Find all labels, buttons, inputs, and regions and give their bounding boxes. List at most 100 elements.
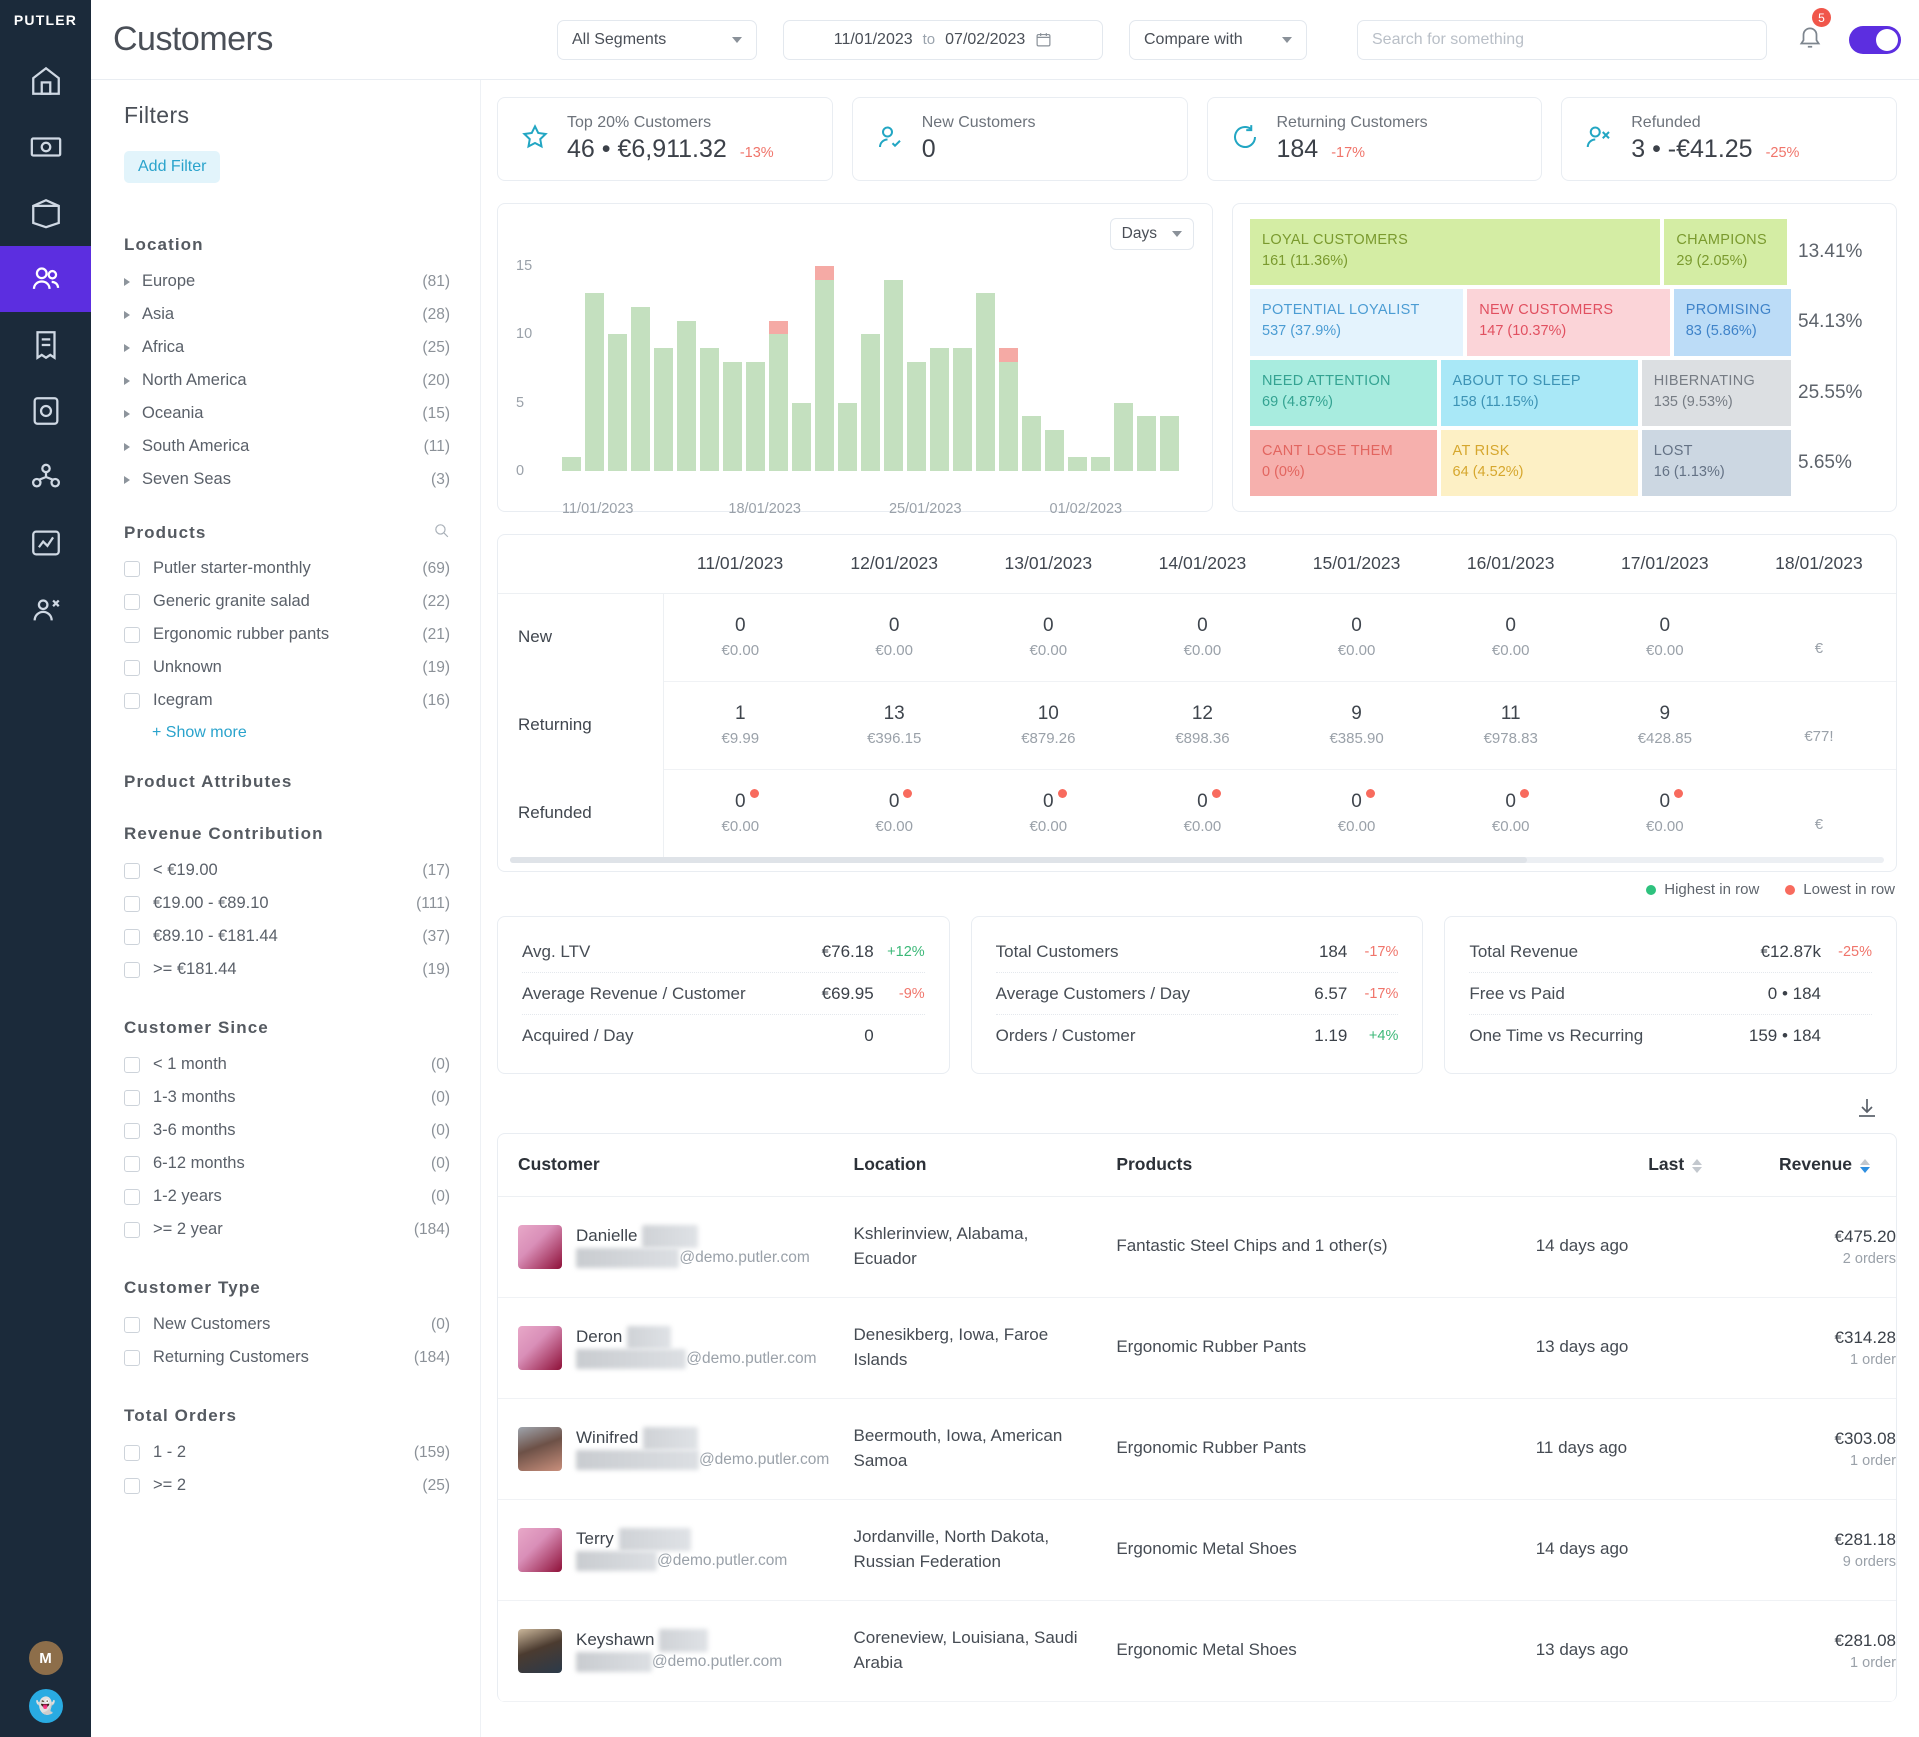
filter-row-rev-lt-19[interactable]: < €19.00 (17)	[124, 854, 450, 887]
rfm-segment-need-attention[interactable]: NEED ATTENTION 69 (4.87%)	[1250, 359, 1437, 426]
checkbox[interactable]	[124, 1122, 140, 1139]
checkbox[interactable]	[124, 862, 140, 879]
horizontal-scrollbar[interactable]	[510, 857, 1884, 863]
rfm-segment-loyal-customers[interactable]: LOYAL CUSTOMERS 161 (11.36%)	[1250, 219, 1661, 286]
bar-column[interactable]	[608, 266, 627, 471]
bar-column[interactable]	[631, 266, 650, 471]
search-input[interactable]	[1372, 30, 1752, 49]
checkbox[interactable]	[124, 560, 140, 577]
rfm-segment-about-to-sleep[interactable]: ABOUT TO SLEEP 158 (11.15%)	[1440, 359, 1638, 426]
rail-item-customers[interactable]	[0, 246, 91, 312]
rail-item-audience[interactable]	[0, 576, 91, 642]
filter-row-since-1-2-years[interactable]: 1-2 years (0)	[124, 1180, 450, 1213]
bar-column[interactable]	[976, 266, 995, 471]
filter-row-seven-seas[interactable]: Seven Seas (3)	[124, 463, 450, 496]
rail-item-team[interactable]	[0, 444, 91, 510]
notifications[interactable]: 5	[1797, 8, 1831, 55]
rail-item-transactions[interactable]	[0, 312, 91, 378]
table-row[interactable]: Keyshawn Bogankenneth.ok@demo.putler.com…	[498, 1600, 1896, 1702]
bar-column[interactable]	[861, 266, 880, 471]
filter-row-orders-1-2[interactable]: 1 - 2 (159)	[124, 1436, 450, 1469]
bar-column[interactable]	[838, 266, 857, 471]
filter-row-europe[interactable]: Europe (81)	[124, 265, 450, 298]
filter-row-rev-89-181[interactable]: €89.10 - €181.44 (37)	[124, 920, 450, 953]
col-header-revenue[interactable]: Revenue	[1728, 1134, 1896, 1197]
filter-row-icegram[interactable]: Icegram (16)	[124, 684, 450, 717]
bar-column[interactable]	[1183, 266, 1202, 471]
filter-row-type-new-customers[interactable]: New Customers (0)	[124, 1308, 450, 1341]
rfm-segment-potential-loyalist[interactable]: POTENTIAL LOYALIST 537 (37.9%)	[1250, 289, 1464, 356]
theme-toggle[interactable]	[1849, 25, 1901, 54]
bar-column[interactable]	[999, 266, 1018, 471]
granularity-select[interactable]: Days	[1109, 218, 1194, 250]
segment-select[interactable]: All Segments	[557, 19, 757, 60]
download-button[interactable]	[1855, 1096, 1879, 1125]
bar-column[interactable]	[746, 266, 765, 471]
checkbox[interactable]	[124, 692, 140, 709]
filter-row-rev-19-89[interactable]: €19.00 - €89.10 (111)	[124, 887, 450, 920]
bar-column[interactable]	[930, 266, 949, 471]
filter-row-unknown[interactable]: Unknown (19)	[124, 651, 450, 684]
bar-column[interactable]	[907, 266, 926, 471]
sort-icon-active[interactable]	[1860, 1158, 1870, 1173]
rfm-segment-promising[interactable]: PROMISING 83 (5.86%)	[1673, 289, 1791, 356]
filter-row-since-3-6-months[interactable]: 3-6 months (0)	[124, 1114, 450, 1147]
bar-column[interactable]	[654, 266, 673, 471]
checkbox[interactable]	[124, 928, 140, 945]
user-avatar[interactable]: M	[28, 1641, 63, 1675]
filter-row-ergonomic-rubber-pants[interactable]: Ergonomic rubber pants (21)	[124, 618, 450, 651]
kpi-returning-customers[interactable]: Returning Customers 184 -17%	[1206, 97, 1543, 181]
checkbox[interactable]	[124, 1089, 140, 1106]
filter-row-south-america[interactable]: South America (11)	[124, 430, 450, 463]
col-header-last[interactable]: Last	[1515, 1134, 1729, 1197]
checkbox[interactable]	[124, 895, 140, 912]
support-avatar[interactable]: 👻	[28, 1689, 63, 1723]
filter-row-generic-granite-salad[interactable]: Generic granite salad (22)	[124, 585, 450, 618]
filter-row-asia[interactable]: Asia (28)	[124, 298, 450, 331]
rail-item-sales[interactable]	[0, 114, 91, 180]
bar-column[interactable]	[1068, 266, 1087, 471]
table-row[interactable]: Winifred Grimessunny.breitenberg@demo.pu…	[498, 1398, 1896, 1500]
kpi-refunded[interactable]: Refunded 3 • -€41.25 -25%	[1561, 97, 1897, 181]
table-row[interactable]: Danielle Schillerredacted.name@demo.putl…	[498, 1196, 1896, 1298]
rail-item-subscriptions[interactable]	[0, 378, 91, 444]
table-row[interactable]: Terry du Buquealexis.miller@demo.putler.…	[498, 1499, 1896, 1601]
bar-column[interactable]	[585, 266, 604, 471]
filter-row-since-lt-1-month[interactable]: < 1 month (0)	[124, 1048, 450, 1081]
rail-item-home[interactable]	[0, 48, 91, 114]
filter-row-rev-gte-181[interactable]: >= €181.44 (19)	[124, 953, 450, 986]
compare-select[interactable]: Compare with	[1129, 19, 1307, 60]
filter-row-since-1-3-months[interactable]: 1-3 months (0)	[124, 1081, 450, 1114]
bar-column[interactable]	[815, 266, 834, 471]
search-box[interactable]	[1357, 19, 1767, 60]
rfm-segment-cant-lose-them[interactable]: CANT LOSE THEM 0 (0%)	[1250, 429, 1437, 496]
bar-column[interactable]	[723, 266, 742, 471]
checkbox[interactable]	[124, 1188, 140, 1205]
bar-column[interactable]	[1160, 266, 1179, 471]
filter-row-putler-starter-monthly[interactable]: Putler starter-monthly (69)	[124, 552, 450, 585]
filter-row-since-6-12-months[interactable]: 6-12 months (0)	[124, 1147, 450, 1180]
bar-column[interactable]	[1022, 266, 1041, 471]
checkbox[interactable]	[124, 1477, 140, 1494]
bar-column[interactable]	[1114, 266, 1133, 471]
bar-column[interactable]	[1137, 266, 1156, 471]
filter-row-type-returning-customers[interactable]: Returning Customers (184)	[124, 1341, 450, 1374]
bar-column[interactable]	[884, 266, 903, 471]
filter-row-africa[interactable]: Africa (25)	[124, 331, 450, 364]
filter-row-since-gte-2-year[interactable]: >= 2 year (184)	[124, 1213, 450, 1246]
checkbox[interactable]	[124, 1349, 140, 1366]
checkbox[interactable]	[124, 626, 140, 643]
sort-icon[interactable]	[1692, 1158, 1703, 1173]
bar-column[interactable]	[769, 266, 788, 471]
add-filter-button[interactable]: Add Filter	[124, 151, 221, 183]
checkbox[interactable]	[124, 961, 140, 978]
rail-item-insights[interactable]	[0, 510, 91, 576]
checkbox[interactable]	[124, 1444, 140, 1461]
date-range-picker[interactable]: 11/01/2023 to 07/02/2023	[783, 19, 1103, 60]
product-search-icon[interactable]	[433, 522, 450, 544]
table-row[interactable]: Deron Huelsmaurice.kautzer@demo.putler.c…	[498, 1297, 1896, 1399]
checkbox[interactable]	[124, 593, 140, 610]
filter-row-oceania[interactable]: Oceania (15)	[124, 397, 450, 430]
checkbox[interactable]	[124, 1316, 140, 1333]
kpi-new-customers[interactable]: New Customers 0	[851, 97, 1188, 181]
